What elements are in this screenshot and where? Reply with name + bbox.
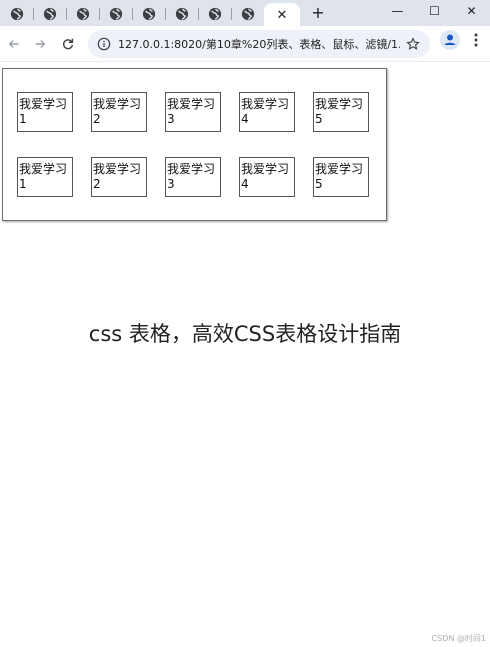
- table-cell: 我爱学习 4: [239, 92, 295, 132]
- active-tab[interactable]: ✕: [264, 3, 300, 27]
- browser-tab[interactable]: [132, 3, 165, 25]
- back-button[interactable]: [0, 30, 28, 58]
- browser-tab[interactable]: [66, 3, 99, 25]
- table-cell: 我爱学习 2: [91, 92, 147, 132]
- browser-tab[interactable]: [99, 3, 132, 25]
- cell-label: 我爱学习: [93, 97, 142, 111]
- globe-icon: [76, 7, 89, 21]
- arrow-right-icon: [35, 40, 46, 48]
- cell-number: 2: [93, 177, 101, 191]
- cell-number: 5: [315, 112, 323, 126]
- forward-button[interactable]: [26, 30, 54, 58]
- new-tab-button[interactable]: +: [304, 2, 332, 24]
- browser-tab[interactable]: [231, 3, 264, 25]
- globe-icon: [208, 7, 221, 21]
- globe-icon: [142, 7, 155, 21]
- cell-label: 我爱学习: [315, 97, 364, 111]
- cell-label: 我爱学习: [167, 162, 216, 176]
- globe-icon: [241, 7, 254, 21]
- maximize-icon: ☐: [429, 4, 440, 18]
- browser-toolbar: 127.0.0.1:8020/第10章%20列表、表格、鼠标、滤镜/1...: [0, 26, 490, 62]
- url-text[interactable]: 127.0.0.1:8020/第10章%20列表、表格、鼠标、滤镜/1...: [118, 36, 400, 52]
- cell-number: 4: [241, 112, 249, 126]
- close-tab-icon[interactable]: ✕: [277, 9, 288, 22]
- tab-strip: ✕ + — ☐ ✕: [0, 0, 490, 27]
- cell-number: 3: [167, 112, 175, 126]
- reload-icon: [62, 38, 74, 50]
- browser-tab[interactable]: [165, 3, 198, 25]
- cell-label: 我爱学习: [167, 97, 216, 111]
- window-controls: — ☐ ✕: [379, 0, 490, 26]
- page-caption: css 表格，高效CSS表格设计指南: [88, 322, 402, 346]
- browser-tab[interactable]: [33, 3, 66, 25]
- browser-tab[interactable]: [198, 3, 231, 25]
- reload-button[interactable]: [54, 30, 82, 58]
- globe-icon: [175, 7, 188, 21]
- browser-tab[interactable]: [0, 3, 33, 25]
- cell-label: 我爱学习: [241, 97, 290, 111]
- maximize-button[interactable]: ☐: [416, 0, 453, 22]
- site-info-icon[interactable]: [97, 37, 111, 51]
- bookmark-star-icon[interactable]: [406, 37, 420, 51]
- watermark: CSDN @时间1: [431, 634, 486, 643]
- menu-kebab-icon[interactable]: [468, 32, 484, 48]
- table-cell: 我爱学习 3: [165, 92, 221, 132]
- table-demo-frame: 我爱学习 1 我爱学习 2 我爱学习 3 我爱学习 4 我爱学习 5 我爱学习 …: [2, 68, 387, 221]
- cell-label: 我爱学习: [315, 162, 364, 176]
- cell-label: 我爱学习: [241, 162, 290, 176]
- cell-label: 我爱学习: [19, 97, 68, 111]
- globe-icon: [10, 7, 23, 21]
- table-cell: 我爱学习 5: [313, 92, 369, 132]
- plus-icon: +: [311, 3, 325, 22]
- cell-number: 5: [315, 177, 323, 191]
- cell-number: 3: [167, 177, 175, 191]
- address-bar[interactable]: 127.0.0.1:8020/第10章%20列表、表格、鼠标、滤镜/1...: [88, 30, 430, 58]
- cell-label: 我爱学习: [93, 162, 142, 176]
- cell-label: 我爱学习: [19, 162, 68, 176]
- profile-avatar-icon[interactable]: [440, 30, 460, 50]
- table-cell: 我爱学习 1: [17, 157, 73, 197]
- cell-number: 1: [19, 112, 27, 126]
- globe-icon: [109, 7, 122, 21]
- table-cell: 我爱学习 1: [17, 92, 73, 132]
- globe-icon: [43, 7, 56, 21]
- cell-number: 2: [93, 112, 101, 126]
- close-window-button[interactable]: ✕: [453, 0, 490, 22]
- table-cell: 我爱学习 4: [239, 157, 295, 197]
- table-cell: 我爱学习 2: [91, 157, 147, 197]
- cell-number: 4: [241, 177, 249, 191]
- arrow-left-icon: [8, 40, 19, 48]
- cell-number: 1: [19, 177, 27, 191]
- table-cell: 我爱学习 5: [313, 157, 369, 197]
- table-cell: 我爱学习 3: [165, 157, 221, 197]
- minimize-button[interactable]: —: [379, 0, 416, 22]
- minimize-icon: —: [391, 4, 404, 18]
- close-icon: ✕: [466, 4, 477, 18]
